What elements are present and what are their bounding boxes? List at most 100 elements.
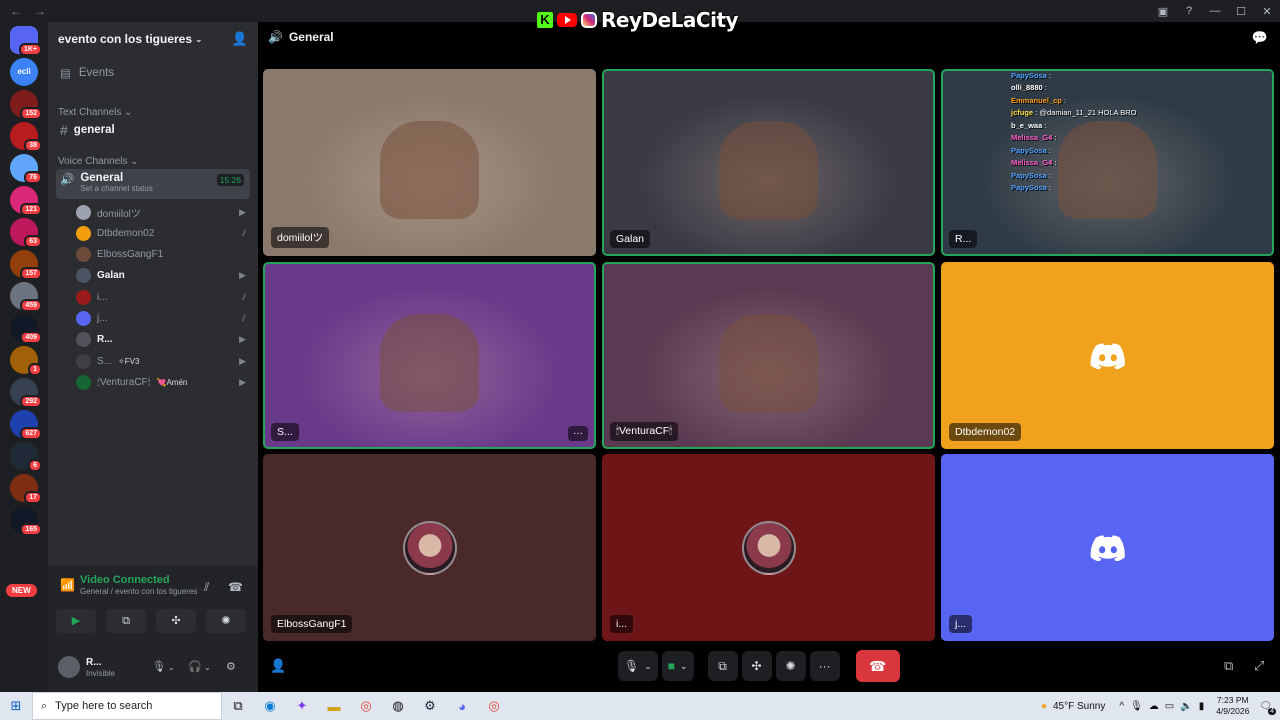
participant-tile[interactable]: Dtbdemon02 — [941, 262, 1274, 449]
voice-member-row[interactable]: 🕯VenturaCF🕯 💘Amén ▶ — [76, 372, 250, 392]
chevron-down-icon[interactable]: ⌄ — [168, 663, 175, 672]
server-icon[interactable]: 157 — [10, 250, 42, 280]
maximize-button[interactable]: ☐ — [1228, 5, 1254, 18]
chevron-down-icon[interactable]: ⌄ — [204, 663, 211, 672]
server-icon[interactable]: 152 — [10, 90, 42, 120]
activities-button[interactable]: ✣ — [741, 651, 772, 681]
battery-icon[interactable]: ▮ — [1199, 701, 1205, 712]
avatar[interactable] — [58, 656, 80, 678]
weather-text[interactable]: 45°F Sunny — [1053, 701, 1105, 712]
server-icon[interactable]: 6 — [10, 442, 42, 472]
participant-tile[interactable]: ElbossGangF1 — [263, 454, 596, 641]
server-icon[interactable]: 1K+ — [10, 26, 42, 56]
minimize-button[interactable]: — — [1202, 5, 1228, 17]
voice-member-row[interactable]: ElbossGangF1 — [76, 245, 250, 265]
help-icon[interactable]: ? — [1176, 5, 1202, 17]
channel-general-text[interactable]: # general — [56, 119, 250, 141]
microphone-icon[interactable]: 🎙 — [1130, 701, 1143, 712]
server-icon[interactable]: 76 — [10, 154, 42, 184]
soundboard-button[interactable]: ✺ — [775, 651, 806, 681]
taskbar-search[interactable]: ⌕ Type here to search — [32, 692, 222, 720]
participant-tile[interactable]: j... — [941, 454, 1274, 641]
participant-tile[interactable]: R... PapySosa : PapySosa : olli_8880 : Em… — [941, 69, 1274, 256]
steam-icon[interactable]: ⚙ — [414, 698, 446, 714]
chrome-icon[interactable]: ◎ — [350, 698, 382, 714]
volume-icon[interactable]: 🔈 — [1180, 701, 1192, 712]
obs-icon[interactable]: ◍ — [382, 698, 414, 714]
server-icon[interactable]: 63 — [10, 218, 42, 248]
server-icon[interactable]: 409 — [10, 314, 42, 344]
server-icon[interactable]: 38 — [10, 122, 42, 152]
notifications-icon[interactable]: 🗨 4 — [1259, 701, 1276, 715]
clock[interactable]: 7:23 PM 4/9/2026 — [1216, 695, 1249, 717]
screen-share-button[interactable]: ⧉ — [106, 609, 146, 633]
camera-button[interactable]: ■ ⌄ — [661, 651, 694, 681]
camera-toggle-button[interactable]: ▶ — [56, 609, 96, 633]
voice-connected-subtitle[interactable]: General / evento con los tigueres — [80, 587, 197, 596]
mention-badge: 292 — [20, 395, 42, 408]
noise-suppression-icon[interactable]: ⫽ — [204, 580, 209, 595]
participant-tile[interactable]: domiilolツ — [263, 69, 596, 256]
voice-member-row[interactable]: j... ⫽ — [76, 309, 250, 329]
invite-to-call-icon[interactable]: 👤 — [270, 658, 286, 674]
voice-member-row[interactable]: Dtbdemon02 ⫽ — [76, 223, 250, 243]
participant-tile[interactable]: Galan — [602, 69, 935, 256]
forward-arrow-icon[interactable]: → — [34, 4, 48, 18]
events-link[interactable]: ▤ Events — [56, 62, 250, 84]
copilot-icon[interactable]: ✦ — [286, 698, 318, 714]
close-button[interactable]: ✕ — [1254, 5, 1280, 18]
microphone-icon[interactable]: 🎙 — [152, 660, 166, 673]
voice-channels-category[interactable]: Voice Channels ⌄ — [58, 156, 139, 167]
activities-button[interactable]: ✣ — [156, 609, 196, 633]
participant-tile[interactable]: S... ··· — [263, 262, 596, 449]
headphones-icon[interactable]: 🎧 — [188, 660, 202, 673]
voice-member-row[interactable]: Galan ▶ — [76, 266, 250, 286]
leave-call-button[interactable]: ☎ — [855, 650, 900, 682]
file-explorer-icon[interactable]: ▬ — [318, 699, 350, 714]
chevron-up-icon[interactable]: ^ — [1119, 701, 1124, 712]
ellipsis-icon[interactable]: ··· — [568, 426, 588, 441]
participant-tile[interactable]: i... — [602, 454, 935, 641]
server-icon[interactable]: ecli — [10, 58, 38, 86]
my-username[interactable]: R... — [86, 657, 102, 668]
discord-taskbar-icon[interactable]: ◕ — [446, 699, 478, 714]
server-icon[interactable]: 1 — [10, 346, 42, 376]
voice-member-row[interactable]: R... ▶ — [76, 330, 250, 350]
server-icon[interactable]: 165 — [10, 506, 42, 536]
invite-people-icon[interactable]: 👤 — [232, 31, 248, 47]
server-icon[interactable]: 627 — [10, 410, 42, 440]
server-icon[interactable]: 459 — [10, 282, 42, 312]
channel-status-placeholder[interactable]: Set a channel status — [80, 184, 153, 193]
text-channels-category[interactable]: Text Channels ⌄ — [58, 107, 133, 118]
new-badge[interactable]: NEW — [6, 584, 37, 597]
chat-bubble-icon[interactable]: 💬 — [1252, 30, 1268, 46]
mute-button[interactable]: 🎙 ⌄ — [618, 651, 658, 681]
server-icon[interactable]: 121 — [10, 186, 42, 216]
voice-member-row[interactable]: S... ✧FV3 ▶ — [76, 351, 250, 371]
server-header[interactable]: evento con los tigueres ⌄ 👤 — [48, 22, 258, 56]
more-options-button[interactable]: ··· — [809, 651, 840, 681]
back-arrow-icon[interactable]: ← — [10, 4, 24, 18]
network-icon[interactable]: ▭ — [1165, 701, 1174, 712]
pop-out-icon[interactable]: ⧉ — [1224, 658, 1233, 674]
mention-badge: 121 — [20, 203, 42, 216]
voice-member-row[interactable]: i... ⫽ — [76, 287, 250, 307]
voice-connected-title[interactable]: Video Connected — [80, 574, 170, 586]
chrome-icon[interactable]: ◎ — [478, 698, 510, 714]
task-view-icon[interactable]: ⧉ — [222, 698, 254, 714]
participant-tile[interactable]: 🕯VenturaCF🕯 — [602, 262, 935, 449]
cloud-icon[interactable]: ☁ — [1149, 701, 1159, 712]
windows-start-icon[interactable]: ⊞ — [0, 698, 32, 714]
gear-icon[interactable]: ⚙ — [226, 660, 236, 673]
server-icon[interactable]: 292 — [10, 378, 42, 408]
disconnect-icon[interactable]: ☎ — [228, 580, 243, 594]
soundboard-button[interactable]: ✺ — [206, 609, 246, 633]
server-icon[interactable]: 17 — [10, 474, 42, 504]
fullscreen-icon[interactable]: ⤢ — [1254, 658, 1264, 674]
voice-member-row[interactable]: domiilolツ ▶ — [76, 202, 250, 222]
inbox-icon[interactable]: ▣ — [1150, 5, 1176, 18]
voice-channel-general[interactable]: 🔊 General Set a channel status 15:26 — [56, 169, 250, 199]
screen-share-button[interactable]: ⧉ — [707, 651, 738, 681]
signal-strength-icon[interactable]: 📶 — [60, 578, 75, 592]
edge-icon[interactable]: ◉ — [254, 698, 286, 714]
